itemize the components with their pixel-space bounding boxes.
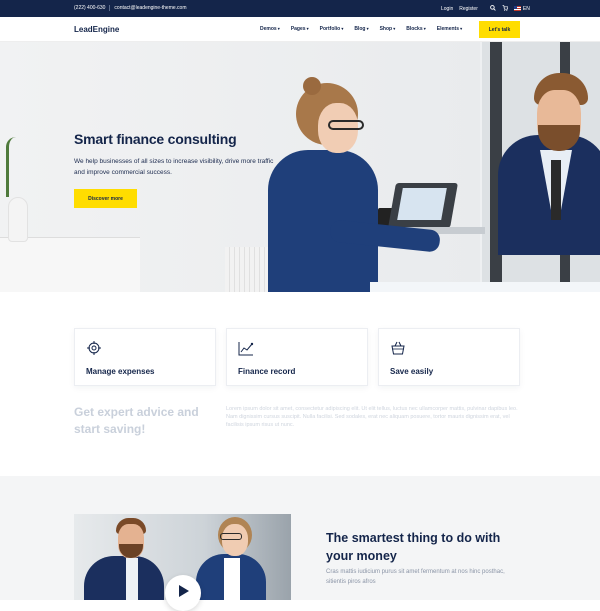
nav-item-portfolio[interactable]: Portfolio bbox=[320, 26, 344, 32]
top-bar: (222) 400-630 contact@leadengine-theme.c… bbox=[0, 0, 600, 17]
advice-heading: Get expert advice and start saving! bbox=[74, 405, 199, 436]
feature-label: Finance record bbox=[238, 367, 296, 376]
language-label: EN bbox=[522, 6, 530, 12]
hero-description: We help businesses of all sizes to incre… bbox=[74, 158, 274, 176]
play-button[interactable] bbox=[165, 575, 201, 611]
feature-card-save-easily[interactable]: Save easily bbox=[378, 328, 520, 386]
feature-label: Save easily bbox=[390, 367, 434, 376]
basket-icon bbox=[390, 340, 406, 356]
lets-talk-button[interactable]: Let's talk bbox=[479, 21, 520, 38]
chart-icon bbox=[238, 340, 254, 356]
flag-icon bbox=[513, 6, 521, 12]
cart-icon[interactable] bbox=[502, 5, 509, 13]
feature-card-manage-expenses[interactable]: Manage expenses bbox=[74, 328, 216, 386]
target-icon bbox=[86, 340, 102, 356]
section-title: The smartest thing to do with your money bbox=[326, 531, 501, 563]
register-link[interactable]: Register bbox=[459, 6, 478, 12]
nav-item-shop[interactable]: Shop bbox=[380, 26, 396, 32]
email-link[interactable]: contact@leadengine-theme.com bbox=[114, 5, 186, 11]
login-link[interactable]: Login bbox=[441, 6, 453, 12]
man-tie bbox=[551, 160, 561, 220]
hero-title: Smart finance consulting bbox=[74, 131, 237, 147]
cabinet bbox=[0, 237, 140, 292]
vase bbox=[8, 197, 28, 242]
account-links: Login Register EN bbox=[441, 5, 530, 13]
nav-item-demos[interactable]: Demos bbox=[260, 26, 280, 32]
discover-more-button[interactable]: Discover more bbox=[74, 189, 137, 208]
desk-papers bbox=[370, 282, 600, 292]
laptop-screen bbox=[397, 188, 447, 220]
woman-shirt bbox=[224, 558, 240, 600]
nav-item-pages[interactable]: Pages bbox=[291, 26, 309, 32]
language-selector[interactable]: EN bbox=[513, 6, 530, 12]
logo[interactable]: LeadEngine bbox=[74, 25, 119, 34]
nav-item-elements[interactable]: Elements bbox=[437, 26, 462, 32]
advice-text: Lorem ipsum dolor sit amet, consectetur … bbox=[226, 406, 518, 428]
man-suit bbox=[84, 556, 164, 600]
nav-item-blog[interactable]: Blog bbox=[354, 26, 368, 32]
woman-jacket bbox=[268, 150, 378, 292]
hero-text: Smart finance consulting We help busines… bbox=[74, 131, 284, 178]
woman-hair-bun bbox=[303, 77, 321, 95]
woman-glasses bbox=[328, 120, 364, 130]
contact-info: (222) 400-630 contact@leadengine-theme.c… bbox=[74, 5, 186, 11]
search-icon[interactable] bbox=[490, 5, 496, 13]
main-navigation: LeadEngine Demos Pages Portfolio Blog Sh… bbox=[0, 17, 600, 42]
section-description: Cras mattis iudicium purus sit amet ferm… bbox=[326, 569, 505, 585]
man-shirt bbox=[126, 558, 138, 600]
divider bbox=[109, 5, 111, 11]
feature-label: Manage expenses bbox=[86, 367, 155, 376]
woman-glasses bbox=[220, 533, 242, 540]
nav-menu: Demos Pages Portfolio Blog Shop Blocks E… bbox=[260, 26, 462, 32]
woman-face bbox=[222, 524, 248, 556]
plant bbox=[6, 137, 16, 197]
feature-card-finance-record[interactable]: Finance record bbox=[226, 328, 368, 386]
phone-number[interactable]: (222) 400-630 bbox=[74, 5, 105, 11]
nav-item-blocks[interactable]: Blocks bbox=[406, 26, 426, 32]
